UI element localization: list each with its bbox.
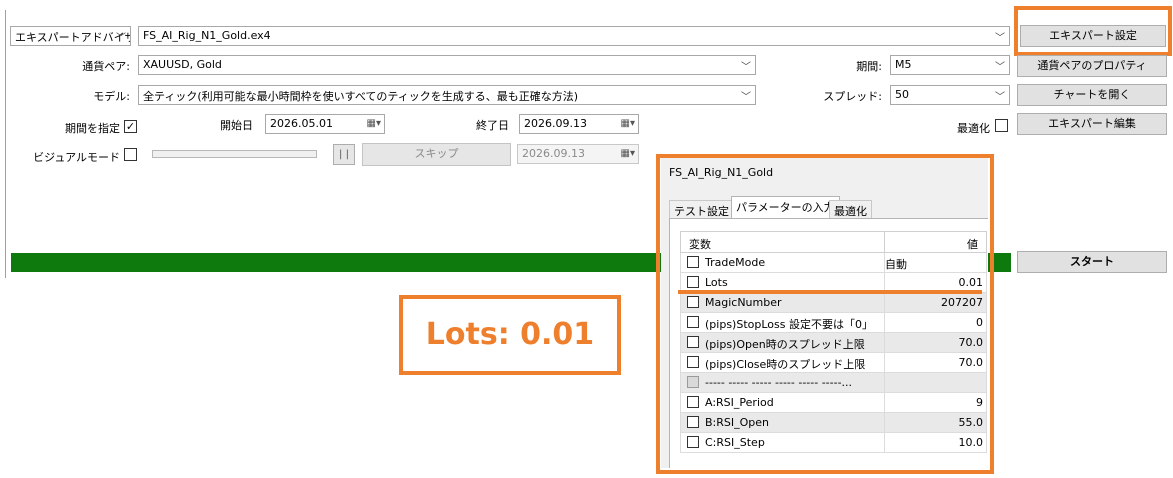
- highlight-expert-properties: [1014, 6, 1172, 56]
- calendar-icon: ▦▾: [366, 118, 381, 129]
- model-label: モデル:: [93, 90, 130, 103]
- symbol-value: XAUUSD, Gold: [143, 58, 222, 71]
- spread-label: スプレッド:: [823, 90, 882, 103]
- skip-to-date-picker[interactable]: 2026.09.13 ▦▾: [517, 144, 639, 164]
- calendar-icon: ▦▾: [620, 148, 635, 159]
- expert-type-select[interactable]: エキスパートアドバイザ ﹀: [10, 26, 131, 46]
- symbol-label: 通貨ペア:: [82, 60, 130, 73]
- chevron-down-icon: ﹀: [995, 33, 1005, 44]
- use-date-checkbox[interactable]: ✓: [124, 120, 137, 133]
- modify-expert-button[interactable]: エキスパート編集: [1017, 113, 1167, 135]
- model-select[interactable]: 全ティック(利用可能な最小時間枠を使いすべてのティックを生成する、最も正確な方法…: [138, 85, 756, 105]
- skip-button[interactable]: スキップ: [362, 143, 511, 166]
- optimization-label: 最適化: [957, 122, 990, 135]
- symbol-properties-button[interactable]: 通貨ペアのプロパティ: [1017, 55, 1167, 77]
- model-value: 全ティック(利用可能な最小時間枠を使いすべてのティックを生成する、最も正確な方法…: [143, 90, 579, 103]
- spread-select[interactable]: 50 ﹀: [890, 85, 1010, 105]
- chevron-down-icon: ﹀: [995, 62, 1005, 73]
- period-value: M5: [895, 58, 912, 71]
- period-label: 期間:: [856, 60, 882, 73]
- chevron-down-icon: ﹀: [116, 33, 126, 44]
- chevron-down-icon: ﹀: [741, 62, 751, 73]
- spread-value: 50: [895, 88, 909, 101]
- expert-type-value: エキスパートアドバイザ: [15, 31, 131, 44]
- optimization-checkbox[interactable]: [995, 119, 1008, 132]
- start-date-label: 開始日: [220, 119, 253, 132]
- open-chart-button[interactable]: チャートを開く: [1017, 84, 1167, 106]
- chevron-down-icon: ﹀: [995, 92, 1005, 103]
- pause-button[interactable]: | |: [333, 144, 355, 165]
- expert-file-select[interactable]: FS_AI_Rig_N1_Gold.ex4 ﹀: [138, 26, 1010, 46]
- left-border: [5, 10, 6, 278]
- skip-to-date-value: 2026.09.13: [522, 147, 585, 160]
- highlight-lots-underline: [678, 290, 982, 294]
- start-date-value: 2026.05.01: [270, 117, 333, 130]
- use-date-label: 期間を指定: [65, 122, 120, 135]
- visual-mode-label: ビジュアルモード: [33, 151, 120, 164]
- symbol-select[interactable]: XAUUSD, Gold ﹀: [138, 55, 756, 75]
- visual-mode-checkbox[interactable]: [124, 148, 137, 161]
- start-date-picker[interactable]: 2026.05.01 ▦▾: [265, 114, 385, 134]
- highlight-properties-dialog: [656, 154, 994, 474]
- calendar-icon: ▦▾: [620, 118, 635, 129]
- expert-file-value: FS_AI_Rig_N1_Gold.ex4: [143, 29, 271, 42]
- period-select[interactable]: M5 ﹀: [890, 55, 1010, 75]
- end-date-picker[interactable]: 2026.09.13 ▦▾: [519, 114, 639, 134]
- start-button[interactable]: スタート: [1017, 251, 1167, 273]
- visual-speed-slider[interactable]: [152, 150, 317, 158]
- chevron-down-icon: ﹀: [741, 92, 751, 103]
- end-date-label: 終了日: [476, 119, 509, 132]
- lots-annotation: Lots: 0.01: [399, 295, 621, 375]
- end-date-value: 2026.09.13: [524, 117, 587, 130]
